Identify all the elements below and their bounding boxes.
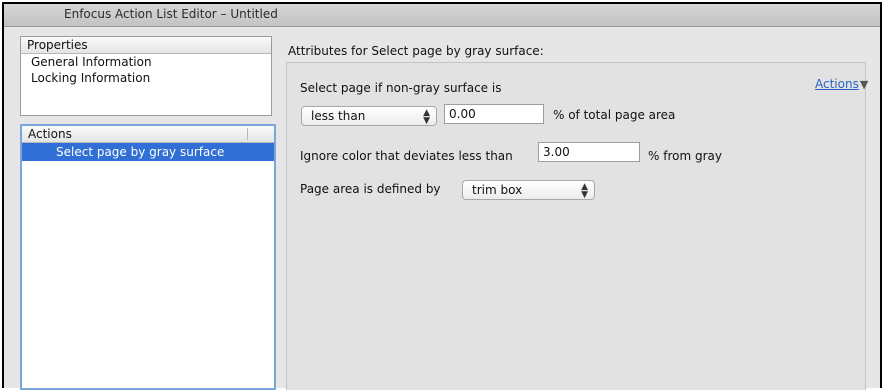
actions-header-label: Actions (28, 127, 72, 141)
area-percent-field[interactable] (444, 104, 544, 124)
select-stepper-icon: ▲ ▼ (423, 108, 430, 126)
page-area-select-value: trim box (472, 183, 523, 197)
area-suffix-label: % of total page area (553, 108, 676, 122)
properties-header: Properties (21, 37, 271, 54)
properties-list: Properties General Information Locking I… (20, 36, 272, 116)
deviation-percent-field[interactable] (538, 142, 640, 162)
title-bar[interactable]: Enfocus Action List Editor – Untitled (4, 4, 880, 27)
actions-header: Actions (22, 126, 274, 143)
deviation-suffix-label: % from gray (648, 149, 722, 163)
actions-list[interactable]: Actions Select page by gray surface (20, 124, 276, 390)
comparison-select-value: less than (311, 109, 366, 123)
actions-menu-label: Actions (815, 77, 859, 91)
page-area-select[interactable]: trim box ▲ ▼ (462, 180, 595, 200)
row1-label: Select page if non-gray surface is (300, 81, 502, 95)
window-title: Enfocus Action List Editor – Untitled (64, 7, 278, 21)
actions-menu-link[interactable]: Actions▼ (815, 77, 868, 91)
select-stepper-icon: ▲ ▼ (581, 182, 588, 200)
comparison-select[interactable]: less than ▲ ▼ (301, 106, 437, 126)
attributes-title: Attributes for Select page by gray surfa… (288, 44, 544, 58)
properties-item-general-information[interactable]: General Information (21, 54, 271, 70)
ignore-color-label: Ignore color that deviates less than (300, 149, 513, 163)
page-area-label: Page area is defined by (300, 182, 441, 196)
column-separator (247, 128, 248, 140)
action-item-select-page-by-gray-surface[interactable]: Select page by gray surface (22, 143, 274, 161)
triangle-down-icon: ▼ (859, 78, 869, 91)
properties-item-locking-information[interactable]: Locking Information (21, 70, 271, 86)
